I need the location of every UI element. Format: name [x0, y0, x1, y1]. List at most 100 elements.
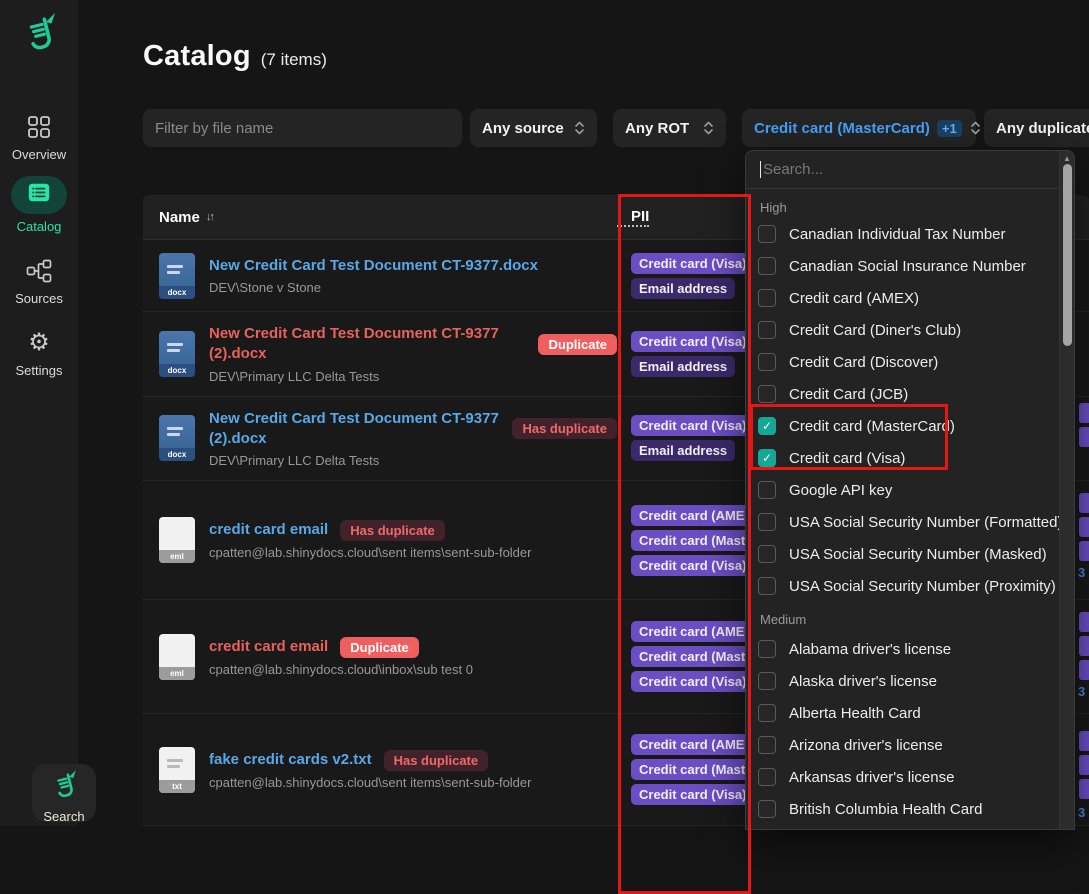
scroll-up-arrow-icon[interactable]: ▲: [1060, 151, 1074, 165]
checkbox[interactable]: [758, 640, 776, 658]
name-cell: docxNew Credit Card Test Document CT-937…: [143, 312, 617, 396]
dropdown-search-field: [746, 151, 1074, 189]
sidebar-item-sources[interactable]: Sources: [0, 258, 78, 306]
name-cell: docxNew Credit Card Test Document CT-937…: [143, 397, 617, 481]
pii-option-canadian-individual-tax-number[interactable]: Canadian Individual Tax Number: [758, 218, 1059, 250]
checkbox[interactable]: [758, 225, 776, 243]
sort-icon[interactable]: ↓↑: [206, 211, 213, 223]
scrollbar-thumb[interactable]: [1063, 164, 1072, 346]
pii-badge-credit-card-visa: Credit card (Visa): [631, 784, 754, 805]
checkbox[interactable]: [758, 257, 776, 275]
checkbox[interactable]: [758, 385, 776, 403]
pii-option-label: Alaska driver's license: [789, 673, 937, 690]
clipped-pii-badge-fragment: [1079, 636, 1089, 656]
sidebar-item-label: Settings: [0, 363, 78, 378]
pii-option-label: Canadian Social Insurance Number: [789, 258, 1026, 275]
pii-option-credit-card-visa[interactable]: ✓Credit card (Visa): [758, 442, 1059, 474]
checkbox[interactable]: [758, 513, 776, 531]
file-type-icon-eml: eml: [159, 634, 195, 680]
clipped-pii-badge-fragment: [1079, 427, 1089, 447]
file-name-link[interactable]: New Credit Card Test Document CT-9377.do…: [209, 256, 538, 276]
checkbox[interactable]: [758, 768, 776, 786]
pii-option-credit-card-diner-s-club[interactable]: Credit Card (Diner's Club): [758, 314, 1059, 346]
pii-option-arizona-driver-s-license[interactable]: Arizona driver's license: [758, 729, 1059, 761]
duplicate-filter-select[interactable]: Any duplicate: [984, 109, 1089, 147]
duplicate-badge: Duplicate: [538, 334, 617, 355]
file-path: cpatten@lab.shinydocs.cloud\inbox\sub te…: [209, 662, 473, 677]
file-name-link[interactable]: New Credit Card Test Document CT-9377 (2…: [209, 409, 500, 450]
pii-option-credit-card-mastercard[interactable]: ✓Credit card (MasterCard): [758, 410, 1059, 442]
file-name-link[interactable]: credit card email: [209, 520, 328, 540]
checkbox[interactable]: [758, 545, 776, 563]
checkbox[interactable]: [758, 672, 776, 690]
pii-option-credit-card-discover[interactable]: Credit Card (Discover): [758, 346, 1059, 378]
pii-option-canadian-social-insurance-number[interactable]: Canadian Social Insurance Number: [758, 250, 1059, 282]
pii-filter-extra-count: +1: [937, 120, 962, 137]
file-name-line: New Credit Card Test Document CT-9377 (2…: [209, 324, 617, 365]
checkbox[interactable]: [758, 800, 776, 818]
pii-option-label: British Columbia Health Card: [789, 801, 982, 818]
pii-option-label: Arizona driver's license: [789, 737, 943, 754]
pii-option-usa-social-security-number-formatted[interactable]: USA Social Security Number (Formatted): [758, 506, 1059, 538]
pii-option-usa-social-security-number-proximity[interactable]: USA Social Security Number (Proximity): [758, 570, 1059, 602]
checkbox[interactable]: [758, 704, 776, 722]
file-name-line: credit card emailDuplicate: [209, 637, 473, 658]
checkbox[interactable]: [758, 321, 776, 339]
file-name-link[interactable]: credit card email: [209, 637, 328, 657]
dropdown-search-input[interactable]: [763, 161, 1060, 178]
duplicate-filter-value: Any duplicate: [996, 120, 1089, 137]
pii-option-arkansas-driver-s-license[interactable]: Arkansas driver's license: [758, 761, 1059, 793]
sidebar-item-catalog[interactable]: Catalog: [0, 176, 78, 234]
file-name-line: credit card emailHas duplicate: [209, 520, 531, 541]
file-type-icon-txt: txt: [159, 747, 195, 793]
checkbox-checked[interactable]: ✓: [758, 449, 776, 467]
pii-option-label: Credit Card (JCB): [789, 386, 908, 403]
pii-filter-select[interactable]: Credit card (MasterCard) +1: [742, 109, 976, 147]
file-name-line: New Credit Card Test Document CT-9377 (2…: [209, 409, 617, 450]
chevron-updown-icon: [703, 120, 714, 136]
pii-option-list: HighCanadian Individual Tax Number Canadi…: [746, 190, 1059, 829]
pii-badge-credit-card-visa: Credit card (Visa): [631, 671, 754, 692]
file-extension-label: eml: [159, 550, 195, 563]
chevron-updown-icon: [970, 120, 981, 136]
file-meta: fake credit cards v2.txtHas duplicatecpa…: [209, 750, 531, 790]
sidebar-item-overview[interactable]: Overview: [0, 114, 78, 162]
pii-severity-group-label: High: [760, 198, 1059, 218]
checkbox[interactable]: [758, 577, 776, 595]
clipped-pii-badge-fragment: [1079, 755, 1089, 775]
search-button-label: Search: [32, 809, 96, 824]
pii-option-usa-social-security-number-masked[interactable]: USA Social Security Number (Masked): [758, 538, 1059, 570]
file-meta: credit card emailDuplicate cpatten@lab.sh…: [209, 637, 473, 677]
file-type-icon-eml: eml: [159, 517, 195, 563]
source-filter-select[interactable]: Any source: [470, 109, 597, 147]
checkbox-checked[interactable]: ✓: [758, 417, 776, 435]
list-icon: [28, 183, 50, 207]
sidebar: Overview Catalog: [0, 0, 78, 826]
gear-icon: ⚙: [0, 330, 78, 356]
file-name-link[interactable]: fake credit cards v2.txt: [209, 750, 372, 770]
pii-option-alaska-driver-s-license[interactable]: Alaska driver's license: [758, 665, 1059, 697]
search-button[interactable]: Search: [32, 764, 96, 822]
checkbox[interactable]: [758, 353, 776, 371]
rot-filter-value: Any ROT: [625, 120, 689, 137]
pii-option-alabama-driver-s-license[interactable]: Alabama driver's license: [758, 633, 1059, 665]
file-name-link[interactable]: New Credit Card Test Document CT-9377 (2…: [209, 324, 526, 365]
pii-option-credit-card-amex[interactable]: Credit card (AMEX): [758, 282, 1059, 314]
sidebar-item-settings[interactable]: ⚙ Settings: [0, 330, 78, 378]
dropdown-scrollbar[interactable]: ▲: [1059, 151, 1074, 829]
checkbox[interactable]: [758, 289, 776, 307]
pii-option-credit-card-jcb[interactable]: Credit Card (JCB): [758, 378, 1059, 410]
pii-option-google-api-key[interactable]: Google API key: [758, 474, 1059, 506]
pii-option-label: Credit card (AMEX): [789, 290, 919, 307]
pii-option-alberta-health-card[interactable]: Alberta Health Card: [758, 697, 1059, 729]
column-header-name[interactable]: Name ↓↑: [143, 209, 617, 226]
column-header-pii[interactable]: PII: [617, 208, 649, 227]
file-name-filter-input[interactable]: [155, 120, 450, 137]
checkbox[interactable]: [758, 481, 776, 499]
pii-badge-email-address: Email address: [631, 278, 735, 299]
checkbox[interactable]: [758, 736, 776, 754]
pii-option-british-columbia-health-card[interactable]: British Columbia Health Card: [758, 793, 1059, 825]
rot-filter-select[interactable]: Any ROT: [613, 109, 726, 147]
sidebar-item-label: Sources: [0, 291, 78, 306]
sidebar-item-label: Catalog: [0, 219, 78, 234]
